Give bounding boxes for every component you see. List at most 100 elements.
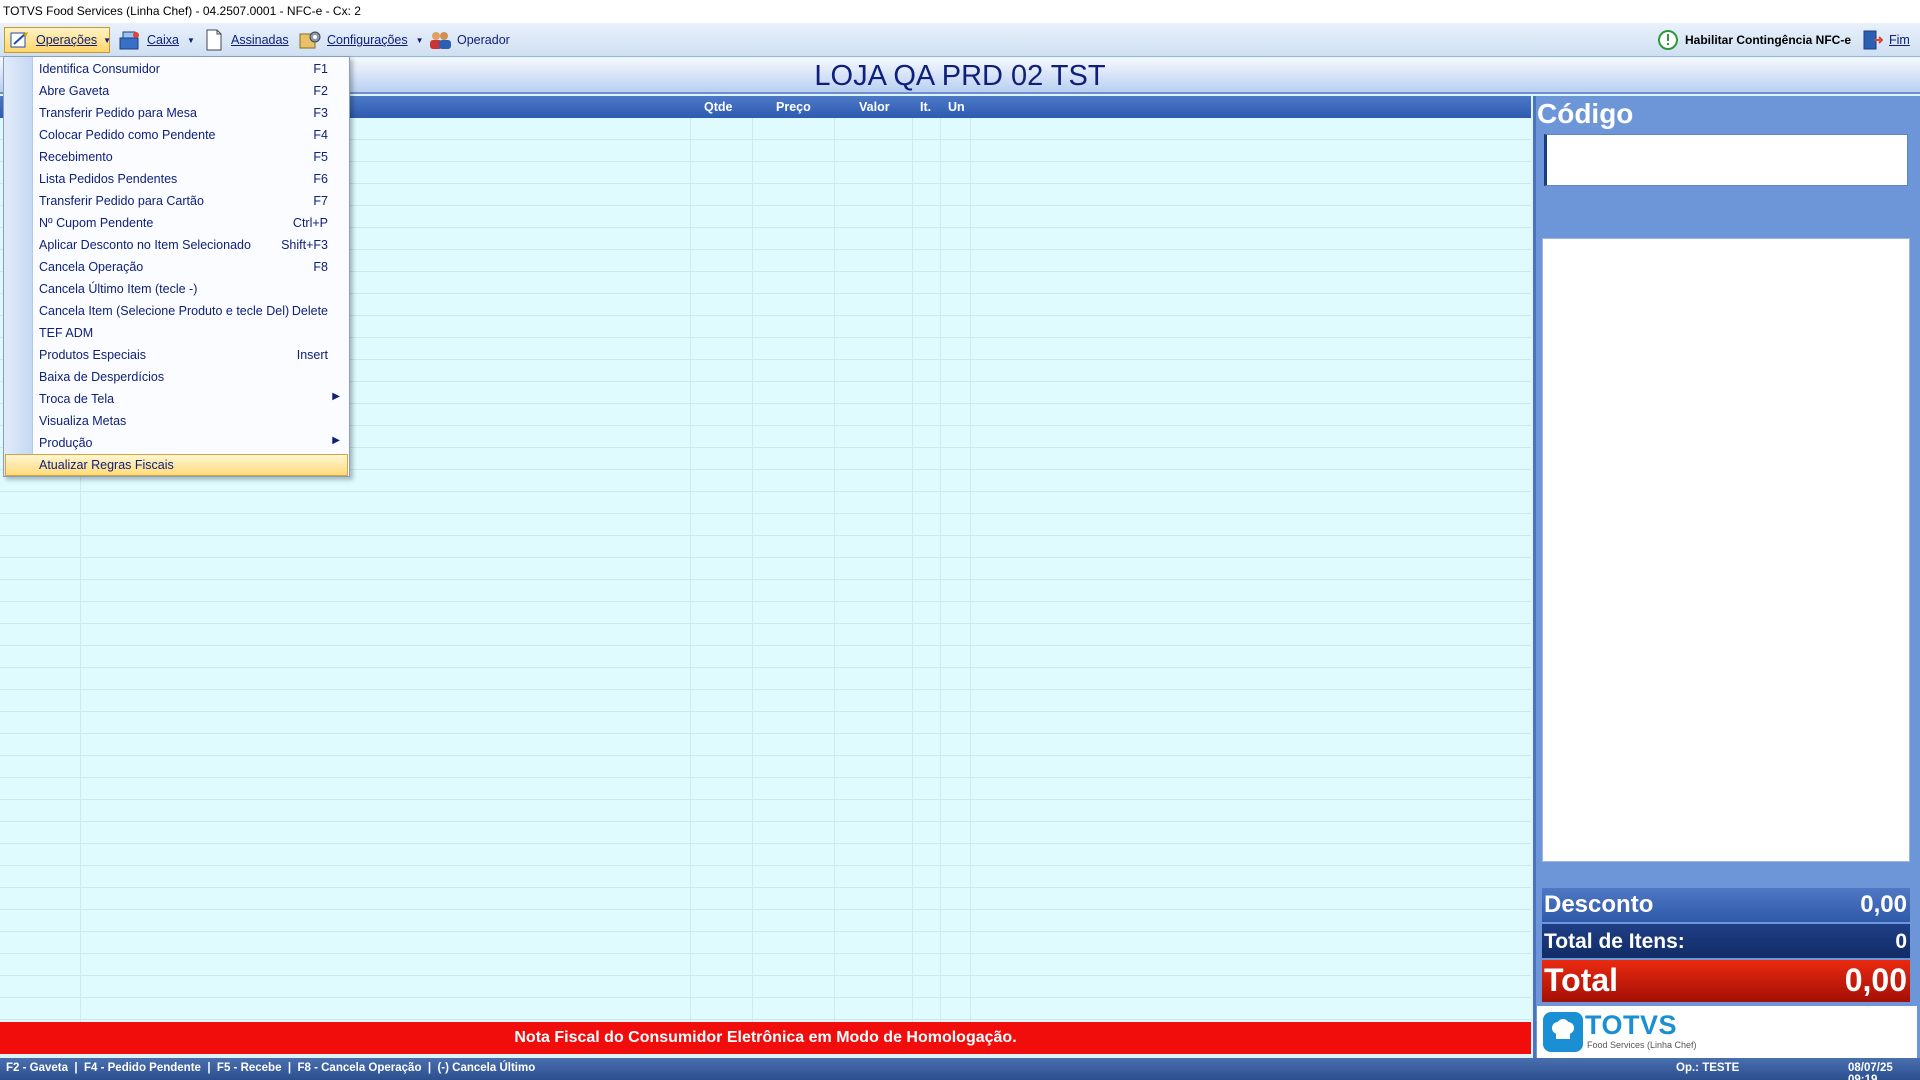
menu-item-lista-pendentes[interactable]: Lista Pedidos Pendentes F6 (5, 168, 348, 190)
menu-item-shortcut: Delete (291, 304, 328, 318)
menu-item-shortcut: F4 (313, 128, 328, 142)
menu-item-produtos-especiais[interactable]: Produtos Especiais Insert (5, 344, 348, 366)
menu-item-shortcut: F2 (313, 84, 328, 98)
menu-item-tef-adm[interactable]: TEF ADM (5, 322, 348, 344)
chevron-down-icon: ▼ (415, 35, 424, 45)
menu-item-shortcut: Ctrl+P (292, 216, 328, 230)
column-un[interactable]: Un (948, 100, 965, 114)
menu-item-producao[interactable]: Produção ▶ (5, 432, 348, 454)
operations-icon (9, 29, 31, 51)
menu-item-shortcut: Shift+F3 (281, 238, 328, 252)
column-qtde[interactable]: Qtde (704, 100, 732, 114)
menu-item-recebimento[interactable]: Recebimento F5 (5, 146, 348, 168)
menu-item-atualizar-regras-fiscais[interactable]: Atualizar Regras Fiscais (5, 454, 348, 476)
menu-item-label: Abre Gaveta (39, 84, 110, 98)
menu-item-label: Produção (39, 436, 93, 450)
menu-item-transferir-cartao[interactable]: Transferir Pedido para Cartão F7 (5, 190, 348, 212)
total-row: Total 0,00 (1542, 960, 1910, 1002)
column-it[interactable]: It. (920, 100, 931, 114)
document-icon (202, 29, 226, 51)
total-value: 0,00 (1844, 962, 1907, 998)
menu-item-label: Transferir Pedido para Cartão (39, 194, 204, 208)
logo-text: TOTVS (1585, 1010, 1678, 1040)
grid-divider (940, 118, 941, 1022)
cash-register-icon (118, 29, 142, 51)
desconto-label: Desconto (1544, 891, 1654, 918)
operador-label: Operador (457, 33, 510, 47)
caixa-label: Caixa (147, 33, 179, 47)
grid-divider (690, 118, 691, 1022)
menu-item-cancela-operacao[interactable]: Cancela Operação F8 (5, 256, 348, 278)
grid-divider (752, 118, 753, 1022)
submenu-arrow-icon: ▶ (332, 435, 340, 446)
menu-item-cupom-pendente[interactable]: Nº Cupom Pendente Ctrl+P (5, 212, 348, 234)
menu-item-baixa-desperdicios[interactable]: Baixa de Desperdícios (5, 366, 348, 388)
configuracoes-label: Configurações (327, 33, 408, 47)
codigo-input[interactable] (1544, 134, 1908, 186)
menu-item-aplicar-desconto[interactable]: Aplicar Desconto no Item Selecionado Shi… (5, 234, 348, 256)
menu-item-transferir-mesa[interactable]: Transferir Pedido para Mesa F3 (5, 102, 348, 124)
menu-item-label: Produtos Especiais (39, 348, 147, 362)
menu-item-label: Baixa de Desperdícios (39, 370, 165, 384)
operacoes-dropdown-menu: Identifica Consumidor F1 Abre Gaveta F2 … (3, 56, 350, 477)
menu-item-shortcut: Insert (296, 348, 328, 362)
menu-item-label: Visualiza Metas (39, 414, 127, 428)
grid-divider (970, 118, 971, 1022)
column-valor[interactable]: Valor (859, 100, 890, 114)
homologation-banner: Nota Fiscal do Consumidor Eletrônica em … (0, 1022, 1531, 1054)
menu-item-label: Lista Pedidos Pendentes (39, 172, 178, 186)
codigo-label: Código (1537, 98, 1634, 129)
settings-icon (298, 29, 322, 51)
menu-item-shortcut: F8 (313, 260, 328, 274)
menu-item-label: Nº Cupom Pendente (39, 216, 154, 230)
product-list-box[interactable] (1542, 238, 1910, 862)
assinadas-button[interactable]: Assinadas (202, 27, 289, 53)
column-preco[interactable]: Preço (776, 100, 811, 114)
logo-subtitle: Food Services (Linha Chef) (1587, 1040, 1697, 1050)
menu-item-label: Cancela Operação (39, 260, 144, 274)
menu-item-shortcut: F6 (313, 172, 328, 186)
check-circle-icon (1656, 29, 1680, 51)
menu-item-visualiza-metas[interactable]: Visualiza Metas (5, 410, 348, 432)
menu-item-troca-tela[interactable]: Troca de Tela ▶ (5, 388, 348, 410)
datetime-status: 08/07/25 09:19 (1848, 1062, 1893, 1080)
users-icon (428, 29, 452, 51)
menu-item-cancela-ultimo[interactable]: Cancela Último Item (tecle -) (5, 278, 348, 300)
status-bar: F2 - Gaveta | F4 - Pedido Pendente | F5 … (0, 1058, 1920, 1080)
total-itens-label: Total de Itens: (1544, 930, 1685, 953)
operacoes-menu-button[interactable]: Operações ▼ (4, 27, 112, 53)
menu-item-label: Aplicar Desconto no Item Selecionado (39, 238, 251, 252)
menu-item-label: TEF ADM (39, 326, 94, 340)
chevron-down-icon: ▼ (103, 35, 112, 45)
menu-item-abre-gaveta[interactable]: Abre Gaveta F2 (5, 80, 348, 102)
caixa-menu-button[interactable]: Caixa ▼ (118, 27, 195, 53)
menu-item-shortcut: F1 (313, 62, 328, 76)
desconto-row: Desconto 0,00 (1542, 888, 1910, 922)
window-title: TOTVS Food Services (Linha Chef) - 04.25… (0, 0, 1920, 23)
menu-item-cancela-item[interactable]: Cancela Item (Selecione Produto e tecle … (5, 300, 348, 322)
menu-item-shortcut: F7 (313, 194, 328, 208)
menu-item-shortcut: F3 (313, 106, 328, 120)
menu-item-identifica-consumidor[interactable]: Identifica Consumidor F1 (5, 58, 348, 80)
menu-item-pedido-pendente[interactable]: Colocar Pedido como Pendente F4 (5, 124, 348, 146)
total-itens-row: Total de Itens: 0 (1542, 924, 1910, 958)
menu-item-label: Colocar Pedido como Pendente (39, 128, 216, 142)
total-itens-value: 0 (1895, 930, 1907, 953)
submenu-arrow-icon: ▶ (332, 391, 340, 402)
toolbar: Operações ▼ Caixa ▼ Assinadas Configuraç… (0, 23, 1920, 57)
fim-button[interactable]: Fim (1860, 27, 1910, 53)
chevron-down-icon: ▼ (186, 35, 195, 45)
contingencia-label: Habilitar Contingência NFC-e (1685, 33, 1852, 47)
exit-door-icon (1860, 29, 1884, 51)
menu-item-label: Cancela Último Item (tecle -) (39, 282, 198, 296)
menu-item-shortcut: F5 (313, 150, 328, 164)
operador-button[interactable]: Operador (428, 27, 510, 53)
grid-divider (834, 118, 835, 1022)
configuracoes-menu-button[interactable]: Configurações ▼ (298, 27, 424, 53)
total-label: Total (1544, 962, 1619, 998)
shortcut-hints: F2 - Gaveta | F4 - Pedido Pendente | F5 … (6, 1062, 536, 1074)
contingencia-button[interactable]: Habilitar Contingência NFC-e (1656, 27, 1851, 53)
desconto-value: 0,00 (1860, 891, 1907, 918)
menu-item-label: Troca de Tela (39, 392, 115, 406)
fim-label: Fim (1889, 33, 1910, 47)
